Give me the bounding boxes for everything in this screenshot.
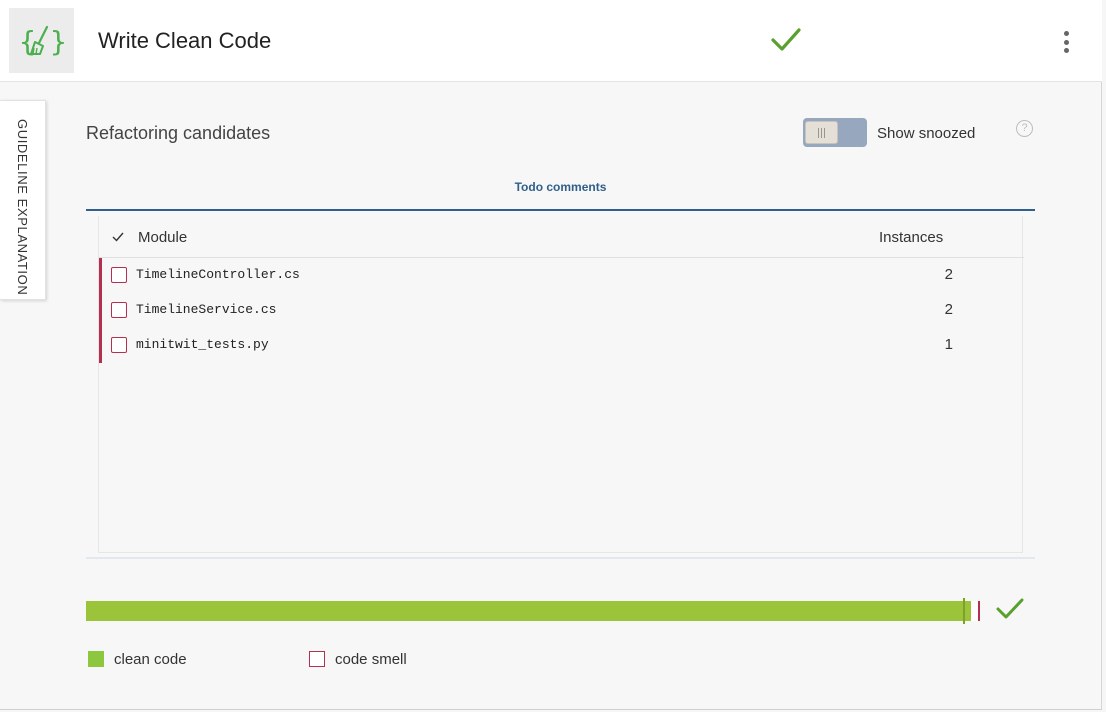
help-circle-icon[interactable]: ? xyxy=(1016,120,1033,137)
module-name: TimelineService.cs xyxy=(136,302,277,317)
table-body: TimelineController.cs 2 TimelineService.… xyxy=(99,258,1024,363)
page-title: Write Clean Code xyxy=(98,28,272,53)
table-row[interactable]: minitwit_tests.py 1 xyxy=(99,328,1024,363)
instance-count: 1 xyxy=(944,336,953,353)
table-row[interactable]: TimelineController.cs 2 xyxy=(99,258,1024,293)
column-header-module[interactable]: Module xyxy=(138,229,187,246)
row-checkbox[interactable] xyxy=(111,267,127,283)
more-vertical-icon[interactable] xyxy=(1058,28,1074,56)
guideline-card: { } Write Clean Code GUIDELINE EXPLANATI… xyxy=(0,0,1102,710)
legend-clean-swatch xyxy=(88,651,104,667)
tab-todo-comments[interactable]: Todo comments xyxy=(86,178,1035,211)
module-name: TimelineController.cs xyxy=(136,267,300,282)
progress-marker xyxy=(963,598,965,624)
guideline-explanation-tab[interactable]: GUIDELINE EXPLANATION xyxy=(0,100,46,300)
tab-label: Todo comments xyxy=(514,180,607,194)
refactoring-table: Module Instances TimelineController.cs 2… xyxy=(98,216,1024,553)
select-all-check-icon[interactable] xyxy=(112,231,124,243)
table-row[interactable]: TimelineService.cs 2 xyxy=(99,293,1024,328)
check-icon xyxy=(996,598,1024,619)
show-snoozed-label: Show snoozed xyxy=(877,125,976,142)
row-checkbox[interactable] xyxy=(111,302,127,318)
svg-text:}: } xyxy=(50,25,67,58)
instance-count: 2 xyxy=(944,301,953,318)
check-icon xyxy=(771,28,801,51)
progress-fill-clean xyxy=(86,601,971,621)
module-name: minitwit_tests.py xyxy=(136,337,269,352)
divider xyxy=(86,557,1035,559)
legend-smell-swatch xyxy=(309,651,325,667)
column-header-instances[interactable]: Instances xyxy=(879,229,943,246)
row-checkbox[interactable] xyxy=(111,337,127,353)
show-snoozed-toggle[interactable] xyxy=(803,118,867,147)
table-header: Module Instances xyxy=(99,216,1024,258)
toggle-knob xyxy=(805,121,838,144)
clean-code-progress-bar xyxy=(86,598,980,624)
curly-broom-icon: { } xyxy=(9,8,74,73)
section-title: Refactoring candidates xyxy=(86,123,271,143)
legend-smell-label: code smell xyxy=(335,651,407,668)
progress-fill-smell xyxy=(978,601,980,621)
card-header: { } Write Clean Code xyxy=(0,0,1102,82)
guideline-explanation-label: GUIDELINE EXPLANATION xyxy=(15,119,30,296)
instance-count: 2 xyxy=(944,266,953,283)
legend-clean-label: clean code xyxy=(114,651,187,668)
